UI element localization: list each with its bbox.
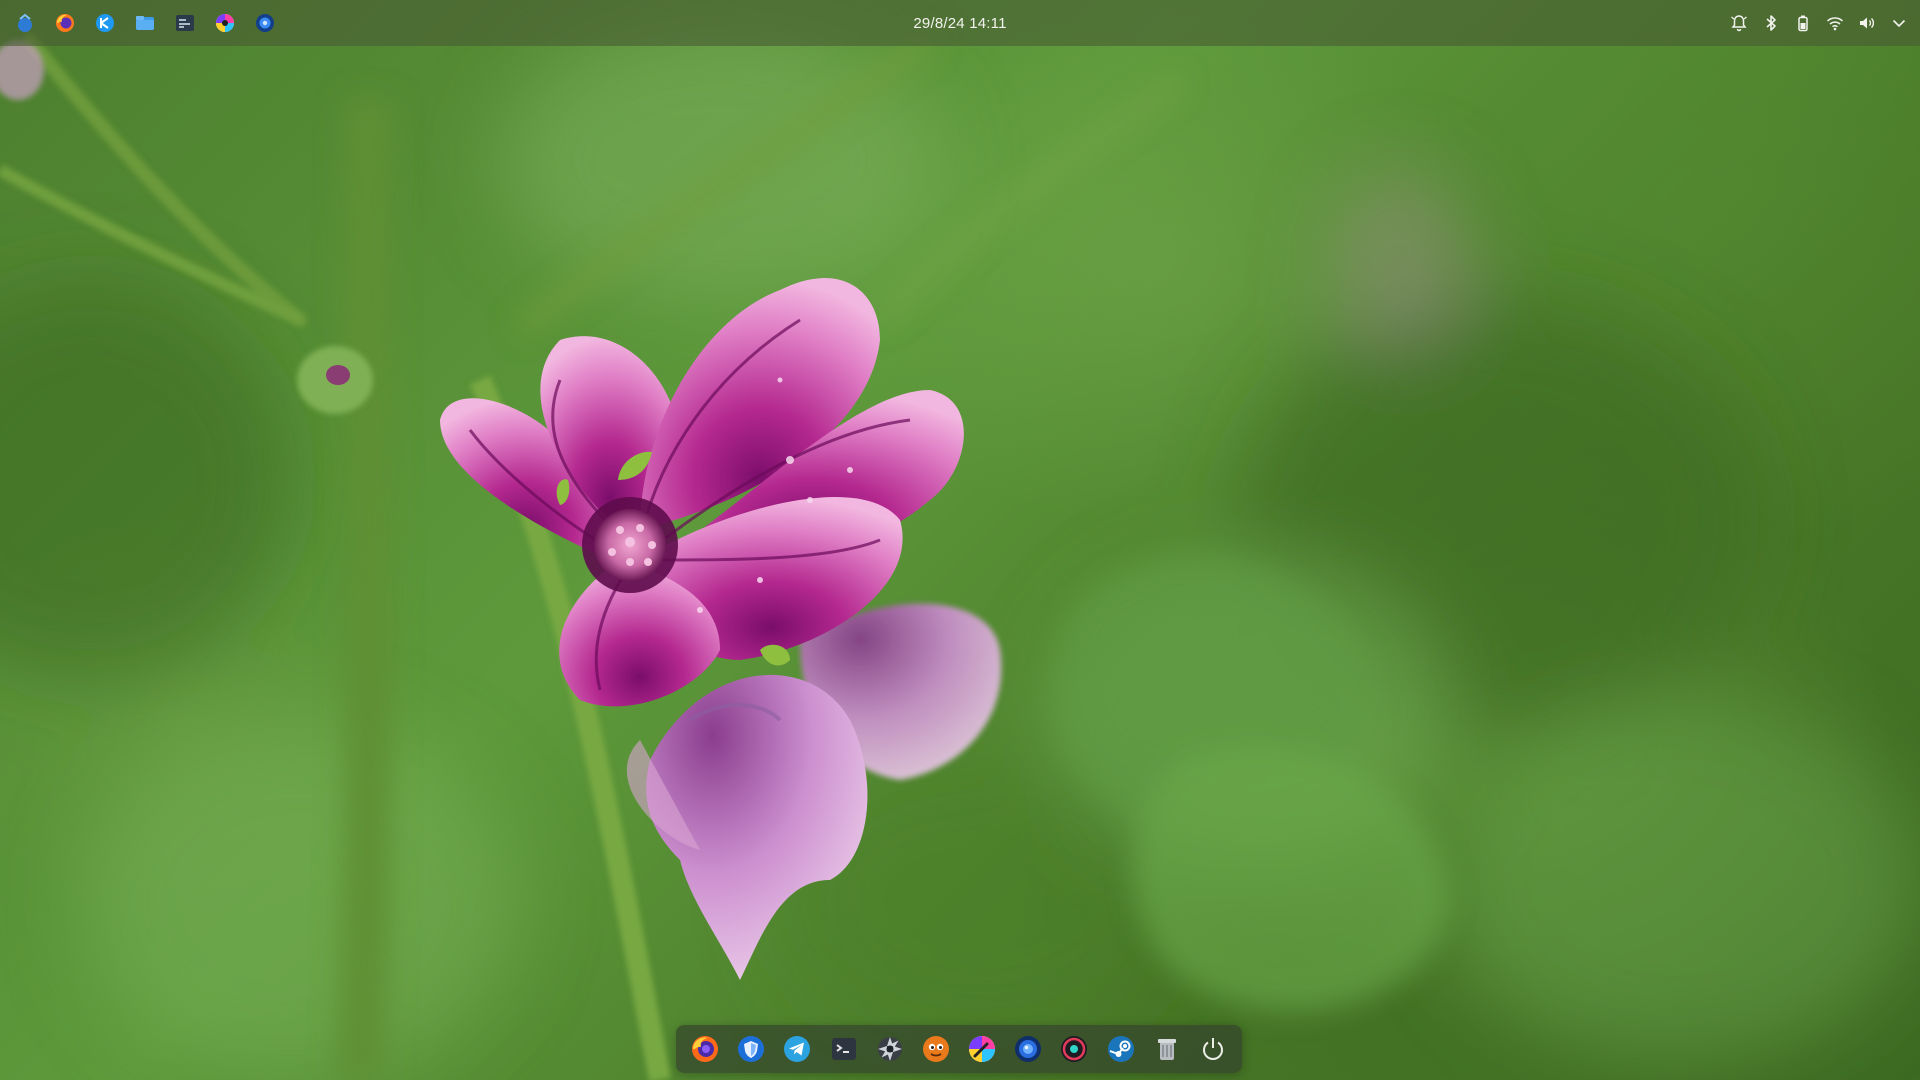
system-monitor-icon[interactable] xyxy=(174,12,196,34)
file-manager-icon[interactable] xyxy=(134,12,156,34)
volume-icon[interactable] xyxy=(1858,14,1876,32)
telegram-icon[interactable] xyxy=(782,1034,812,1064)
battery-icon[interactable] xyxy=(1794,14,1812,32)
game-icon[interactable] xyxy=(921,1034,951,1064)
power-icon[interactable] xyxy=(1198,1034,1228,1064)
tray-expand-icon[interactable] xyxy=(1890,14,1908,32)
notifications-icon[interactable] xyxy=(1730,14,1748,32)
browser-icon[interactable] xyxy=(1013,1034,1043,1064)
shield-browser-icon[interactable] xyxy=(736,1034,766,1064)
browser-icon[interactable] xyxy=(254,12,276,34)
dock xyxy=(676,1025,1242,1073)
firefox-icon[interactable] xyxy=(690,1034,720,1064)
app-launcher-icon[interactable] xyxy=(14,12,36,34)
steam-icon[interactable] xyxy=(1106,1034,1136,1064)
desktop: 29/8/24 14:11 xyxy=(0,0,1920,1080)
firefox-icon[interactable] xyxy=(54,12,76,34)
color-picker-icon[interactable] xyxy=(214,12,236,34)
aperture-icon[interactable] xyxy=(875,1034,905,1064)
media-player-icon[interactable] xyxy=(1059,1034,1089,1064)
wifi-icon[interactable] xyxy=(1826,14,1844,32)
color-picker-icon[interactable] xyxy=(967,1034,997,1064)
top-panel: 29/8/24 14:11 xyxy=(0,0,1920,46)
kde-connect-icon[interactable] xyxy=(94,12,116,34)
wallpaper xyxy=(0,20,1920,1080)
terminal-icon[interactable] xyxy=(829,1034,859,1064)
panel-launchers xyxy=(14,12,276,34)
system-tray xyxy=(1730,0,1908,46)
trash-icon[interactable] xyxy=(1152,1034,1182,1064)
panel-clock[interactable]: 29/8/24 14:11 xyxy=(913,0,1006,46)
bluetooth-icon[interactable] xyxy=(1762,14,1780,32)
